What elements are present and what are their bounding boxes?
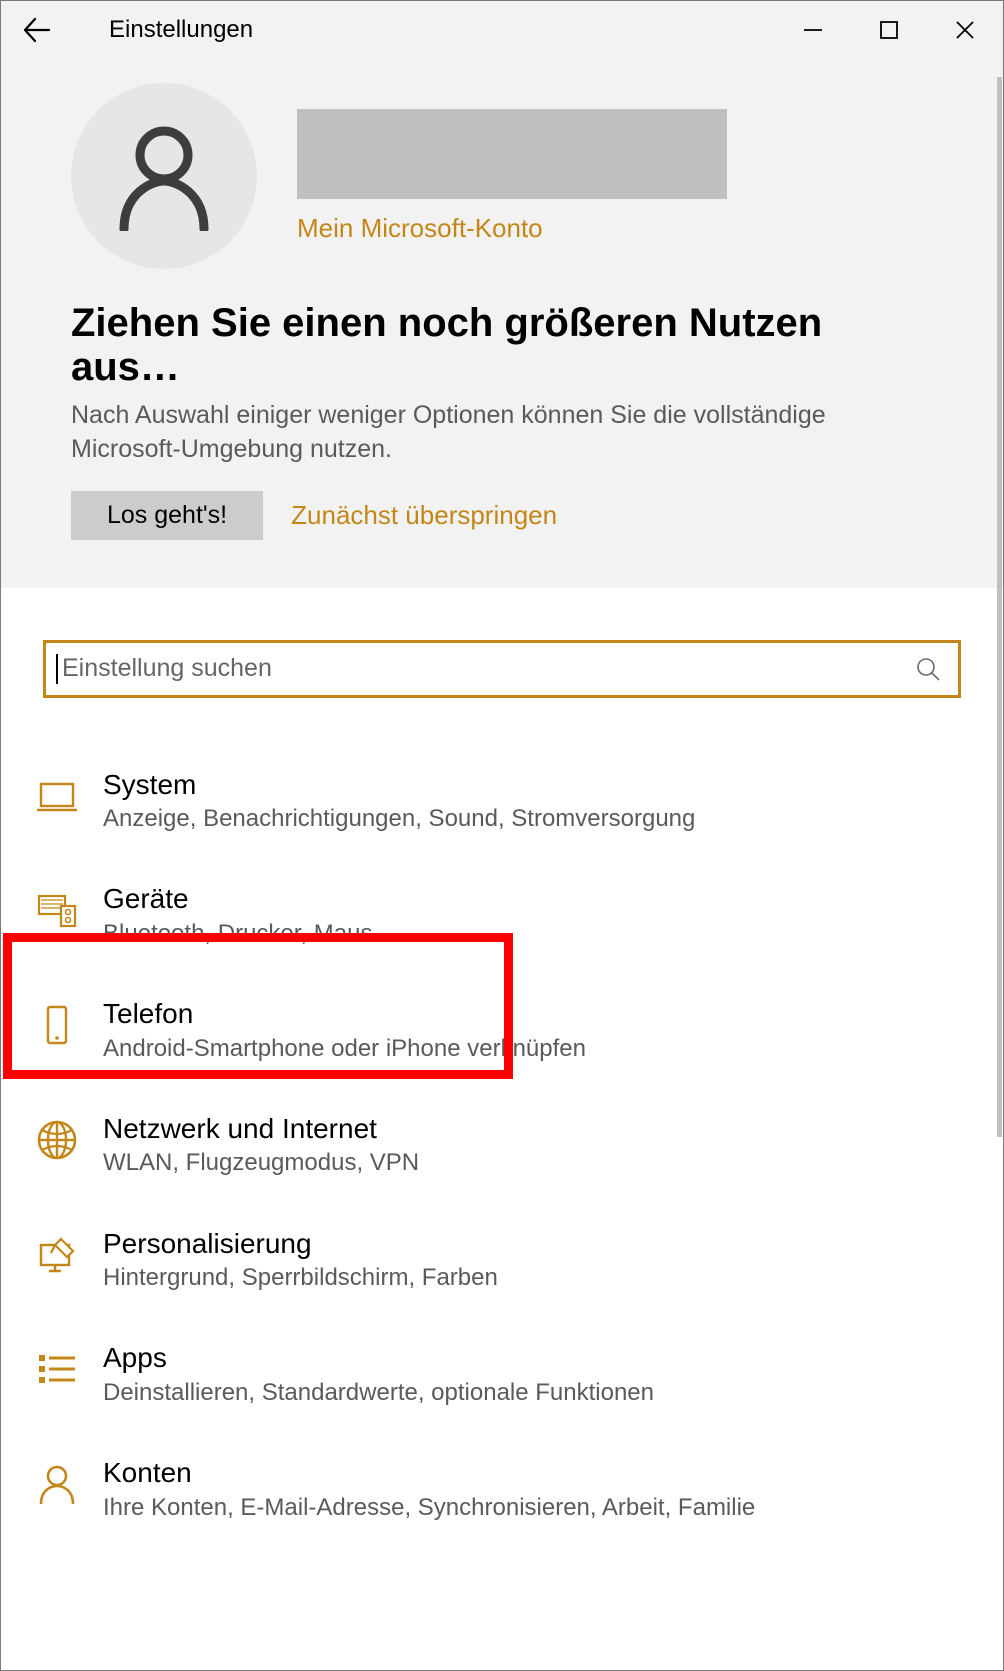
accounts-icon [35, 1462, 79, 1506]
category-phone[interactable]: Telefon Android-Smartphone oder iPhone v… [35, 973, 961, 1088]
category-personalization[interactable]: Personalisierung Hintergrund, Sperrbilds… [35, 1203, 961, 1318]
account-banner: Mein Microsoft-Konto Ziehen Sie einen no… [1, 59, 1003, 588]
avatar [71, 83, 257, 269]
banner-actions: Los geht's! Zunächst überspringen [71, 491, 933, 540]
category-network[interactable]: Netzwerk und Internet WLAN, Flugzeugmodu… [35, 1088, 961, 1203]
category-title: Geräte [103, 882, 961, 916]
lets-go-button[interactable]: Los geht's! [71, 491, 263, 540]
category-desc: Deinstallieren, Standardwerte, optionale… [103, 1377, 961, 1408]
scrollbar[interactable] [997, 77, 1002, 1137]
category-desc: Hintergrund, Sperrbildschirm, Farben [103, 1262, 961, 1293]
search-input[interactable] [62, 654, 914, 683]
search-area [1, 588, 1003, 698]
text-caret [56, 654, 58, 684]
back-button[interactable] [1, 1, 71, 59]
minimize-button[interactable] [775, 1, 851, 59]
category-list: System Anzeige, Benachrichtigungen, Soun… [1, 698, 1003, 1547]
category-desc: Ihre Konten, E-Mail-Adresse, Synchronisi… [103, 1492, 961, 1523]
devices-icon [35, 888, 79, 932]
banner-subtext: Nach Auswahl einiger weniger Optionen kö… [71, 399, 933, 467]
category-desc: Anzeige, Benachrichtigungen, Sound, Stro… [103, 803, 961, 834]
arrow-left-icon [21, 15, 51, 45]
search-box[interactable] [43, 640, 961, 698]
close-button[interactable] [927, 1, 1003, 59]
category-title: Apps [103, 1341, 961, 1375]
account-row: Mein Microsoft-Konto [71, 83, 933, 269]
category-title: Konten [103, 1456, 961, 1490]
maximize-button[interactable] [851, 1, 927, 59]
category-desc: Bluetooth, Drucker, Maus [103, 918, 961, 949]
account-info: Mein Microsoft-Konto [297, 109, 933, 244]
category-desc: Android-Smartphone oder iPhone verknüpfe… [103, 1033, 961, 1064]
apps-icon [35, 1347, 79, 1391]
close-icon [954, 19, 976, 41]
person-icon [114, 121, 214, 231]
personalize-icon [35, 1233, 79, 1277]
window-title: Einstellungen [71, 16, 253, 44]
minimize-icon [802, 19, 824, 41]
category-accounts[interactable]: Konten Ihre Konten, E-Mail-Adresse, Sync… [35, 1432, 961, 1547]
window-controls [775, 1, 1003, 59]
account-name-redacted [297, 109, 727, 199]
search-icon [914, 655, 942, 683]
category-title: Netzwerk und Internet [103, 1112, 961, 1146]
category-system[interactable]: System Anzeige, Benachrichtigungen, Soun… [35, 744, 961, 859]
category-title: Telefon [103, 997, 961, 1031]
category-apps[interactable]: Apps Deinstallieren, Standardwerte, opti… [35, 1317, 961, 1432]
settings-window: Einstellungen Mein Microsoft [0, 0, 1004, 1671]
laptop-icon [35, 774, 79, 818]
phone-icon [35, 1003, 79, 1047]
maximize-icon [879, 20, 899, 40]
banner-headline: Ziehen Sie einen noch größeren Nutzen au… [71, 301, 933, 389]
category-title: Personalisierung [103, 1227, 961, 1261]
globe-icon [35, 1118, 79, 1162]
category-desc: WLAN, Flugzeugmodus, VPN [103, 1147, 961, 1178]
skip-link[interactable]: Zunächst überspringen [291, 500, 557, 531]
category-devices[interactable]: Geräte Bluetooth, Drucker, Maus [35, 858, 961, 973]
titlebar: Einstellungen [1, 1, 1003, 59]
microsoft-account-link[interactable]: Mein Microsoft-Konto [297, 213, 933, 244]
category-title: System [103, 768, 961, 802]
